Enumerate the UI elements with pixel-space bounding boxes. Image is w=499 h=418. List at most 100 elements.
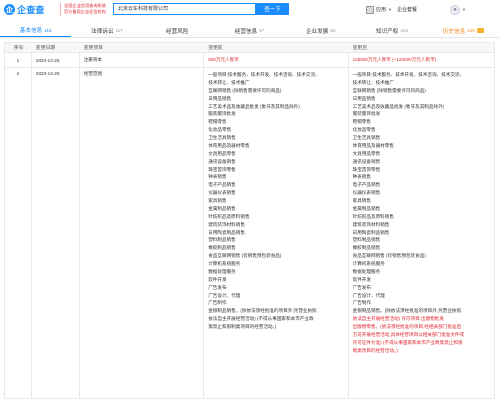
scope-line: 钟表销售 (208, 174, 227, 180)
scope-line: 金银制品销售。(除依法须经批准的项目外,凭营业执照 (208, 308, 317, 314)
scope-line: 数据处理服务 (352, 268, 381, 274)
search-input[interactable]: 北京云车科技有限公司 (113, 3, 256, 15)
scope-line: 珠宝首饰零售 (352, 166, 381, 172)
enterprise-label: 企业套餐 (397, 7, 418, 13)
slogan-line-2: 官方备案企业征信机构 (64, 9, 106, 14)
scope-line: 工艺美术品及收藏品批发 (象牙及其制品除外) (352, 103, 445, 109)
scope-line: 制类项目的经营活动。) (352, 347, 398, 353)
scope-line: 广告设计、代理 (208, 292, 241, 298)
scope-line: 日用品销售 (208, 95, 232, 101)
row-index: 2 (5, 68, 32, 398)
qr-code-icon (366, 5, 374, 14)
scope-line: 金属制品销售 (352, 205, 381, 211)
scope-line: 卫生洁具销售 (208, 135, 236, 140)
scope-line: 服装服饰批发 (208, 111, 236, 117)
enterprise-package-button[interactable]: 企业套餐 (397, 4, 417, 15)
tab-bar: 基本信息 115 法律诉讼 117 经营风险 经营信息 17 企业发展 65 知识产权 4… (0, 24, 499, 38)
scope-line: 软件开发 (208, 276, 227, 282)
scope-line: 钟表销售 (352, 174, 371, 180)
logo[interactable]: 企 企查查 (4, 3, 45, 16)
scope-line: 软件开发 (352, 276, 371, 282)
scope-line: 建筑装饰材料销售 (208, 221, 245, 227)
scope-line: 通讯设备销售 (352, 158, 381, 164)
logo-text: 企查查 (17, 5, 45, 15)
tab-development[interactable]: 企业发展 65 (285, 24, 356, 37)
scope-line: 橡胶制品销售 (352, 245, 381, 251)
scope-line: 数据处理服务 (208, 268, 236, 274)
user-avatar-icon: ● (450, 4, 460, 15)
scope-line: 计算机系统服务 (208, 261, 241, 266)
scope-line: 广告发布 (208, 284, 227, 290)
scope-line: 电子产品销售 (208, 182, 236, 188)
scope-line: 日用陶瓷制品销售 (208, 229, 245, 235)
scope-line: 文具用品零售 (208, 150, 236, 156)
scope-line: 鞋帽零售 (352, 119, 371, 125)
scope-line: 塑料制品销售 (352, 237, 381, 243)
app-button[interactable]: 应用 ▼ (366, 4, 392, 15)
scope-line: 许可证件为准) (不得从事国家和本市产业政策禁止和限 (352, 339, 463, 345)
row-after: 一般项目:技术服务、技术开发、技术咨询、技术交流、 技术转让、技术推广互联网销售 … (349, 68, 494, 398)
scope-line: 技术转让、技术推广 (208, 79, 250, 85)
header-date: 变更日期 (35, 46, 56, 51)
scope-line: 金银制品销售。(除依法须经批准的项目外,凭营业执照 (352, 308, 462, 314)
scope-line: 依法自主开展经营活动) (不得从事国家和本市产业政 (208, 316, 314, 322)
tab-basic-info[interactable]: 基本信息 115 (0, 24, 72, 37)
header-index: 序号 (13, 46, 24, 51)
scope-line: 金属制品销售 (208, 205, 236, 211)
row-date: 2023-12-25 (32, 53, 80, 67)
tab-history[interactable]: 历史信息 120 (428, 24, 499, 37)
scope-line: 食品互联网销售 (仅销售预包装食品) (352, 253, 426, 259)
scope-line: 互联网销售 (除销售需要许可的商品) (208, 87, 282, 93)
header-after: 变更后 (352, 46, 367, 51)
scope-line: 珠宝首饰零售 (208, 166, 236, 172)
scope-line: 橡胶制品销售 (208, 245, 236, 251)
row-before: 一般项目:技术服务、技术开发、技术咨询、技术交流、 技术转让、技术推广互联网销售 … (204, 68, 349, 398)
scope-line: 计算机系统服务 (352, 261, 385, 266)
scope-line: 针纺织品及原料销售 (352, 213, 394, 219)
scope-line: 互联网销售 (除销售需要许可的商品) (352, 87, 426, 93)
scope-line: 化妆品零售 (352, 127, 376, 133)
scope-line: 建筑装饰材料销售 (352, 221, 390, 227)
row-date: 2023-12-25 (32, 68, 80, 398)
scope-line: 仪器仪表销售 (352, 190, 381, 196)
scope-line: 一般项目:技术服务、技术开发、技术咨询、技术交流、 (208, 72, 320, 77)
scope-line: 家具销售 (352, 198, 371, 203)
scope-line: 塑料制品销售 (208, 237, 236, 243)
table-header: 序号 变更日期 变更项目 变更前 变更后 (4, 42, 495, 53)
tab-legal[interactable]: 法律诉讼 117 (71, 24, 142, 37)
slogan: 全国企业信用查询系统 官方备案企业征信机构 (60, 3, 110, 16)
scope-line: 技术转让、技术推广 (352, 79, 394, 85)
scope-line: 日用陶瓷制品销售 (352, 229, 390, 235)
scope-line: 广告设计、代理 (352, 292, 385, 298)
header-item: 变更项目 (83, 46, 103, 51)
chevron-down-icon: ▼ (388, 7, 392, 12)
chevron-down-icon: ▼ (462, 7, 466, 12)
scope-line: 针纺织品及原料销售 (208, 213, 250, 219)
row-item: 经营范围 (80, 68, 205, 398)
scope-line: 广告制作 (208, 300, 227, 306)
scope-line: 策禁止和限制类项目的经营活动。) (208, 324, 277, 329)
scope-line: 广告发布 (352, 284, 371, 290)
header-before: 变更前 (208, 46, 223, 51)
tab-operations[interactable]: 经营信息 17 (214, 24, 285, 37)
scope-line: 工艺美术品及收藏品批发 (象牙及其制品除外) (208, 103, 300, 109)
scope-line: 家具销售 (208, 198, 227, 203)
scope-line: 食品互联网销售 (仅销售预包装食品) (208, 253, 282, 259)
scope-line: 广告制作 (352, 300, 371, 306)
table-row: 2 2023-12-25 经营范围 一般项目:技术服务、技术开发、技术咨询、技术… (4, 68, 495, 399)
tab-risk[interactable]: 经营风险 (143, 24, 214, 37)
scope-line: 依法自主开展经营活动) 许可项目:出版物批发 (352, 316, 444, 322)
user-menu[interactable]: ● ▼ (450, 4, 466, 15)
table-row: 1 2023-12-25 注册资本 500万元人民币 125500万元人民币 (… (4, 53, 495, 68)
scope-line: 日用品销售 (352, 95, 376, 101)
tab-ip[interactable]: 知识产权 443 (356, 24, 427, 37)
row-after: 125500万元人民币 (+125000万元人民币) (352, 57, 437, 62)
scope-line: 一般项目:技术服务、技术开发、技术咨询、技术交流、 (352, 72, 465, 77)
scope-line: 方可开展经营活动,具体经营项目以相关部门批准文件或 (352, 331, 465, 337)
search-button[interactable]: 查一下 (256, 3, 289, 15)
top-header: 企 企查查 全国企业信用查询系统 官方备案企业征信机构 北京云车科技有限公司 查… (0, 0, 499, 19)
scope-line: 服装服饰批发 (352, 111, 381, 117)
scope-line: 电子产品销售 (352, 182, 381, 188)
scope-line: 体育用品及器材零售 (208, 142, 250, 148)
row-index: 1 (5, 53, 32, 67)
